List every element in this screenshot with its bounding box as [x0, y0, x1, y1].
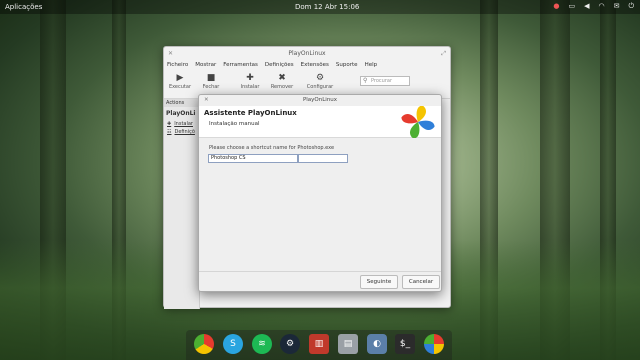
remove-label: Remover	[270, 84, 294, 90]
dialog-footer: Seguinte Cancelar	[199, 271, 441, 291]
wifi-icon[interactable]: ◠	[598, 2, 604, 11]
menu-ficheiro[interactable]: Ficheiro	[167, 60, 188, 70]
mail-icon[interactable]: ✉	[614, 2, 620, 11]
stop-icon: ■	[206, 73, 216, 83]
maximize-icon[interactable]: ⤢	[441, 47, 446, 60]
close-icon[interactable]: ✕	[168, 47, 173, 60]
menu-mostrar[interactable]: Mostrar	[195, 60, 216, 70]
chrome-icon[interactable]	[194, 334, 214, 354]
system-tray: ● ▭ ◀ ◠ ✉ ⏻	[553, 2, 634, 11]
terminal-icon[interactable]: $_	[395, 334, 415, 354]
x-icon: ✖	[278, 73, 286, 83]
search-icon: ⚲	[363, 77, 368, 84]
cancel-button[interactable]: Cancelar	[402, 275, 440, 289]
close-icon[interactable]: ✕	[204, 95, 209, 106]
configure-label: Configurar	[306, 84, 334, 90]
skype-icon[interactable]: S	[223, 334, 243, 354]
search-placeholder: Procurar	[371, 78, 393, 84]
sidebar-item-label: Instalar	[174, 121, 193, 127]
main-window-title: PlayOnLinux	[288, 50, 326, 57]
dialog-titlebar: ✕ PlayOnLinux	[199, 95, 441, 106]
assistant-dialog: ✕ PlayOnLinux Assistente PlayOnLinux Ins…	[198, 94, 442, 292]
volume-icon[interactable]: ◀	[584, 2, 589, 11]
configure-button[interactable]: ⚙ Configurar	[305, 72, 335, 90]
sliders-icon: ☷	[167, 129, 172, 135]
search-input[interactable]: ⚲ Procurar	[360, 76, 410, 86]
plus-icon: ✚	[246, 73, 254, 83]
main-titlebar: ✕ PlayOnLinux ⤢	[164, 47, 450, 60]
power-icon[interactable]: ⏻	[628, 2, 634, 11]
dock: S ≋ ⚙ ▥ ▤ ◐ $_	[186, 330, 452, 360]
applications-menu[interactable]: Aplicações	[5, 3, 42, 11]
clock[interactable]: Dom 12 Abr 15:06	[295, 3, 359, 11]
record-icon[interactable]: ●	[553, 2, 559, 11]
menu-ferramentas[interactable]: Ferramentas	[223, 60, 258, 70]
spotify-icon[interactable]: ≋	[252, 334, 272, 354]
menu-suporte[interactable]: Suporte	[336, 60, 358, 70]
steam-icon[interactable]: ⚙	[280, 334, 300, 354]
popcorn-icon[interactable]: ▥	[309, 334, 329, 354]
playonlinux-icon[interactable]	[424, 334, 444, 354]
next-button[interactable]: Seguinte	[360, 275, 398, 289]
sidebar-item-install[interactable]: ✚ Instalar	[164, 120, 199, 128]
install-label: Instalar	[240, 84, 260, 90]
menu-definicoes[interactable]: Definições	[265, 60, 294, 70]
menu-extensoes[interactable]: Extensões	[301, 60, 329, 70]
top-panel: Aplicações Dom 12 Abr 15:06 ● ▭ ◀ ◠ ✉ ⏻	[0, 0, 640, 14]
run-label: Executar	[168, 84, 192, 90]
sidebar-header: Actions	[164, 99, 199, 107]
playonlinux-logo-icon	[401, 106, 435, 138]
dialog-window-title: PlayOnLinux	[302, 97, 338, 103]
files-icon[interactable]: ▤	[338, 334, 358, 354]
run-button[interactable]: ▶ Executar	[165, 72, 195, 90]
close-app-label: Fechar	[202, 84, 220, 90]
shortcut-name-input-extension[interactable]	[298, 154, 348, 163]
clipboard-icon[interactable]: ▭	[568, 2, 575, 11]
gear-icon: ⚙	[315, 73, 325, 83]
plus-icon: ✚	[167, 121, 172, 127]
menubar: Ficheiro Mostrar Ferramentas Definições …	[164, 60, 450, 70]
sidebar-item-settings[interactable]: ☷ Definiçõ	[164, 128, 199, 136]
settings-toggle-icon[interactable]: ◐	[367, 334, 387, 354]
shortcut-name-input[interactable]: Photoshop CS	[208, 154, 298, 163]
dialog-heading: Assistente PlayOnLinux	[204, 109, 297, 117]
dialog-header: Assistente PlayOnLinux Instalação manual	[199, 106, 441, 138]
sidebar-group-title: PlayOnLi	[166, 110, 196, 117]
dialog-subheading: Instalação manual	[209, 121, 260, 127]
shortcut-prompt: Please choose a shortcut name for Photos…	[209, 145, 335, 151]
sidebar: Actions PlayOnLi ✚ Instalar ☷ Definiçõ	[164, 99, 200, 309]
remove-button[interactable]: ✖ Remover	[267, 72, 297, 90]
close-app-button[interactable]: ■ Fechar	[196, 72, 226, 90]
install-button[interactable]: ✚ Instalar	[235, 72, 265, 90]
sidebar-item-label: Definiçõ	[174, 129, 195, 135]
play-icon: ▶	[176, 73, 184, 83]
menu-help[interactable]: Help	[365, 60, 378, 70]
